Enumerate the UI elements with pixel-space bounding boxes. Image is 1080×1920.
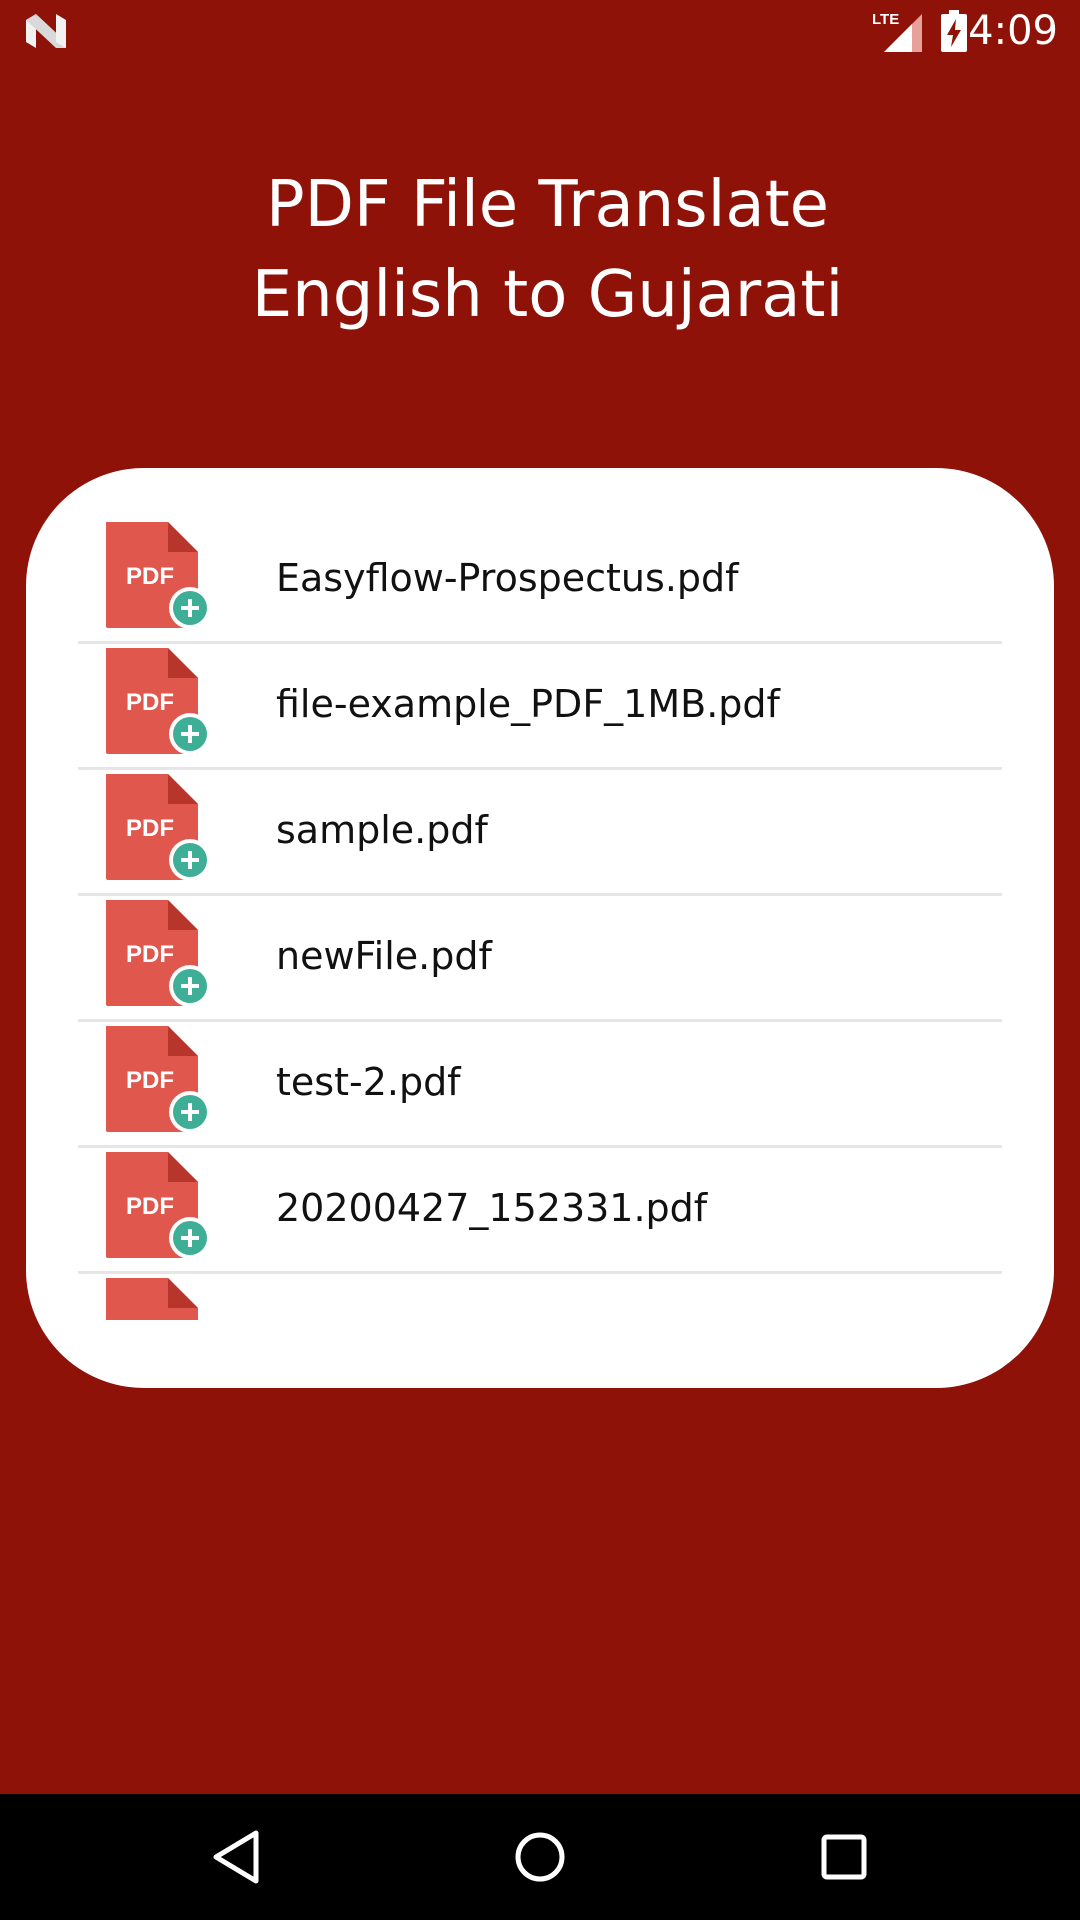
pdf-file-add-icon: PDF: [106, 774, 211, 881]
battery-charging-icon: [941, 10, 967, 52]
pdf-file-add-icon: PDF: [106, 1026, 211, 1133]
pdf-icon-label: PDF: [126, 1193, 174, 1220]
file-list-card: PDF Easyflow-Prospectus.pdf PDF file-exa…: [26, 468, 1054, 1388]
pdf-icon-label: PDF: [126, 1067, 174, 1094]
list-item[interactable]: PDF test-2.pdf: [78, 1022, 1002, 1148]
pdf-file-add-icon: PDF: [106, 1152, 211, 1259]
pdf-file-add-icon: PDF: [106, 648, 211, 755]
pdf-icon-label: PDF: [126, 563, 174, 590]
list-item[interactable]: PDF 20200427_152331.pdf: [78, 1148, 1002, 1274]
page-title: PDF File Translate English to Gujarati: [0, 160, 1080, 340]
file-name: file-example_PDF_1MB.pdf: [276, 682, 780, 726]
pdf-file-add-icon: PDF: [106, 900, 211, 1007]
pdf-icon-label: PDF: [126, 689, 174, 716]
file-name: Easyflow-Prospectus.pdf: [276, 556, 739, 600]
list-item[interactable]: [78, 1274, 1002, 1320]
title-line-2: English to Gujarati: [251, 258, 844, 332]
file-name: newFile.pdf: [276, 934, 492, 978]
file-name: test-2.pdf: [276, 1060, 461, 1104]
recents-icon[interactable]: [814, 1827, 874, 1887]
lte-signal-icon: LTE: [872, 11, 922, 52]
list-item[interactable]: PDF file-example_PDF_1MB.pdf: [78, 644, 1002, 770]
back-icon[interactable]: [206, 1827, 266, 1887]
home-icon[interactable]: [510, 1827, 570, 1887]
n-logo-icon: [26, 14, 66, 48]
pdf-icon-label: PDF: [126, 941, 174, 968]
list-item[interactable]: PDF newFile.pdf: [78, 896, 1002, 1022]
status-bar: LTE 4:09: [0, 0, 1080, 63]
lte-label: LTE: [872, 11, 899, 28]
file-name: 20200427_152331.pdf: [276, 1186, 708, 1230]
file-list[interactable]: PDF Easyflow-Prospectus.pdf PDF file-exa…: [78, 518, 1002, 1320]
file-name: sample.pdf: [276, 808, 488, 852]
pdf-file-add-icon: [106, 1278, 198, 1320]
pdf-file-add-icon: PDF: [106, 522, 211, 629]
title-line-1: PDF File Translate: [265, 168, 830, 242]
pdf-icon-label: PDF: [126, 815, 174, 842]
list-item[interactable]: PDF sample.pdf: [78, 770, 1002, 896]
status-clock: 4:09: [968, 8, 1058, 54]
list-item[interactable]: PDF Easyflow-Prospectus.pdf: [78, 518, 1002, 644]
navigation-bar: [0, 1794, 1080, 1920]
